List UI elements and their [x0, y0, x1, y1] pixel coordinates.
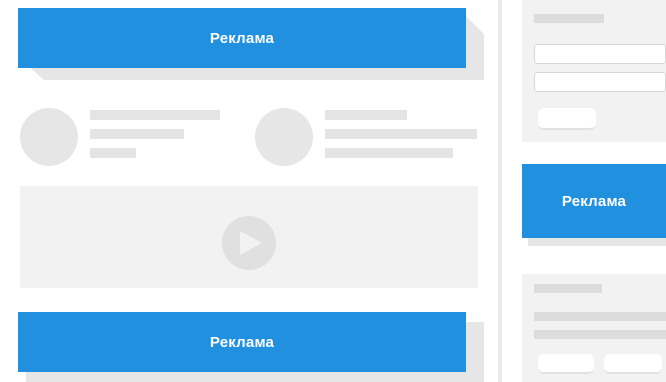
text-line-left-1	[90, 110, 220, 120]
top-ad-label: Реклама	[209, 29, 275, 47]
video-placeholder[interactable]	[20, 186, 478, 288]
bottom-ad-label: Реклама	[209, 333, 275, 351]
bottom-card-line-2	[534, 330, 666, 339]
avatar-placeholder-right	[255, 108, 313, 166]
text-line-right-1	[325, 110, 407, 120]
text-line-left-3	[90, 148, 136, 158]
text-line-left-2	[90, 129, 184, 139]
top-ad-banner[interactable]: Реклама	[18, 8, 466, 68]
sidebar-bottom-card	[522, 274, 666, 382]
play-icon[interactable]	[222, 216, 276, 270]
login-input-1[interactable]	[534, 44, 666, 64]
bottom-card-line-1	[534, 312, 666, 321]
login-card-title-line	[534, 14, 604, 23]
login-input-2[interactable]	[534, 72, 666, 92]
bottom-ad-banner[interactable]: Реклама	[18, 312, 466, 372]
column-divider	[498, 0, 502, 382]
sidebar-ad-label: Реклама	[561, 192, 627, 210]
sidebar-ad-banner[interactable]: Реклама	[522, 164, 666, 238]
bottom-card-button-2[interactable]	[604, 354, 662, 374]
bottom-card-button-1[interactable]	[538, 354, 594, 374]
text-line-right-2	[325, 129, 477, 139]
text-line-right-3	[325, 148, 453, 158]
login-button[interactable]	[538, 108, 596, 130]
login-card	[522, 0, 666, 142]
avatar-placeholder-left	[20, 108, 78, 166]
bottom-card-title-line	[534, 284, 602, 293]
